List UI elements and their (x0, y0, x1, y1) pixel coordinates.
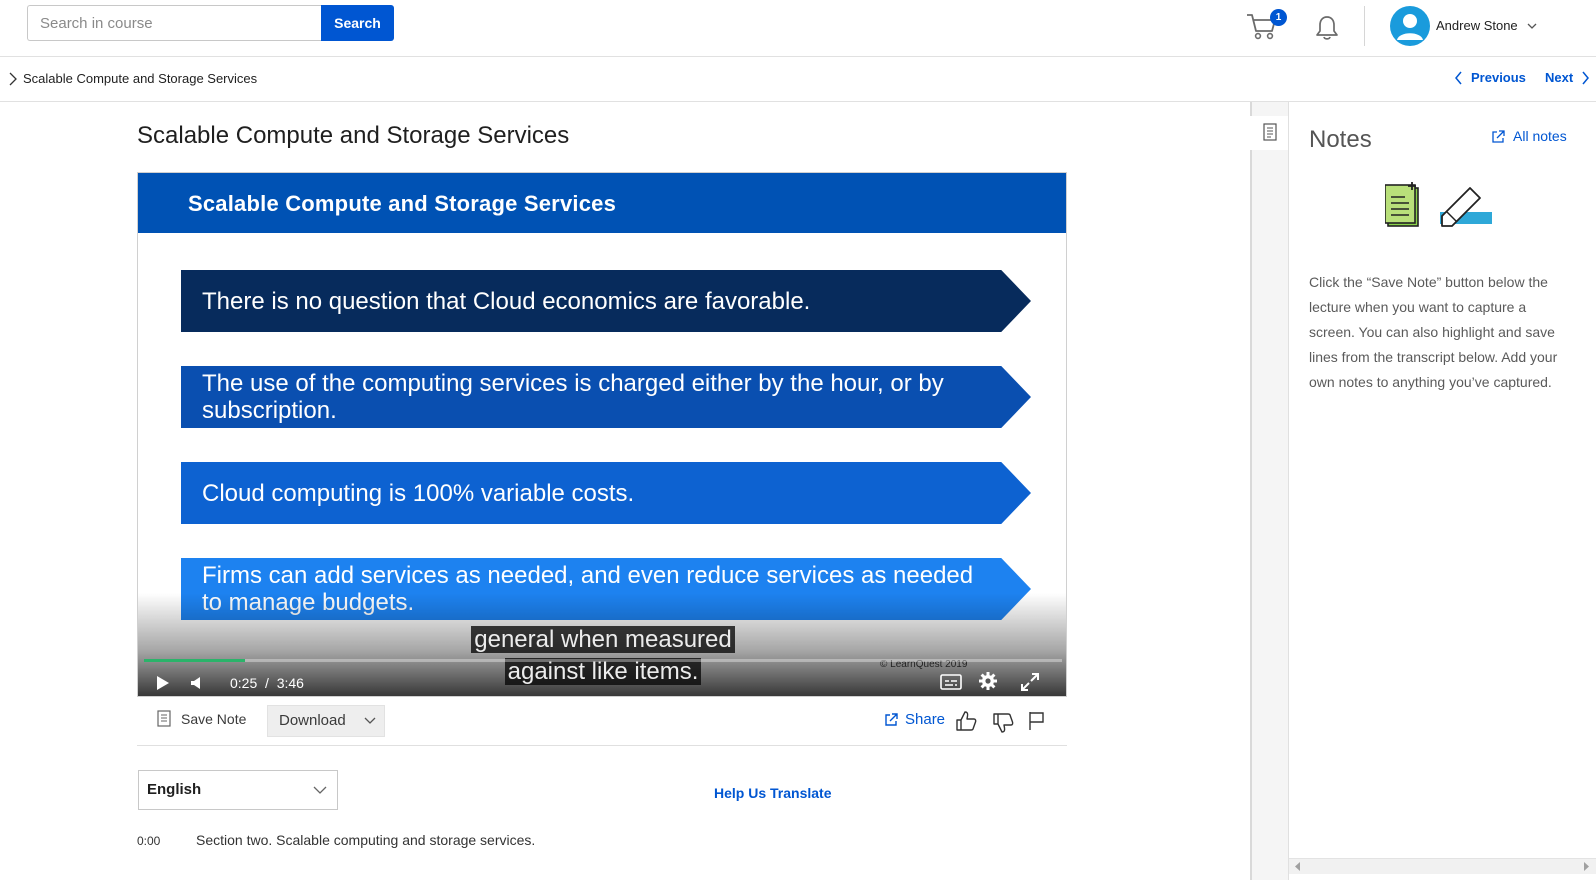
previous-label: Previous (1471, 70, 1526, 85)
save-note-button[interactable]: Save Note (157, 710, 246, 727)
all-notes-link[interactable]: All notes (1491, 128, 1567, 144)
chevron-right-icon (1582, 71, 1590, 84)
lecture-toolbar: Save Note Download Share (137, 700, 1067, 746)
language-value: English (147, 781, 202, 798)
chevron-left-icon (1455, 71, 1462, 84)
slide-bullet-text: The use of the computing services is cha… (202, 370, 944, 424)
side-panel-rail (1250, 102, 1289, 880)
share-label: Share (905, 711, 946, 728)
video-progress-fill (144, 659, 245, 662)
scroll-right-arrow-icon[interactable] (1582, 862, 1590, 871)
thumbs-down-icon[interactable] (992, 712, 1014, 734)
notification-bell-icon[interactable] (1314, 14, 1340, 42)
horizontal-scrollbar[interactable] (1289, 858, 1596, 874)
breadcrumb-bar: Scalable Compute and Storage Services Pr… (0, 57, 1596, 102)
note-icon (157, 710, 171, 727)
search-button[interactable]: Search (321, 5, 394, 41)
play-icon[interactable] (156, 675, 170, 691)
page-title: Scalable Compute and Storage Services (137, 122, 570, 149)
chevron-right-icon[interactable] (8, 72, 18, 86)
closed-captions-icon[interactable] (940, 673, 962, 691)
notes-description: Click the “Save Note” button below the l… (1309, 274, 1558, 390)
share-button[interactable]: Share (884, 711, 945, 728)
chevron-down-icon (364, 717, 376, 724)
thumbs-up-icon[interactable] (955, 710, 977, 732)
share-icon (885, 713, 898, 726)
notes-illustration-icon (1385, 182, 1492, 227)
slide-title: Scalable Compute and Storage Services (188, 191, 616, 216)
slide-bullet: The use of the computing services is cha… (181, 366, 1031, 428)
transcript-timestamp[interactable]: 0:00 (137, 834, 160, 848)
user-name[interactable]: Andrew Stone (1436, 18, 1518, 33)
next-button[interactable]: Next (1545, 70, 1590, 85)
save-note-label: Save Note (181, 710, 247, 727)
previous-button[interactable]: Previous (1454, 70, 1526, 85)
help-translate-link[interactable]: Help Us Translate (714, 785, 832, 801)
notes-title: Notes (1309, 126, 1372, 153)
caption-text: general when measured (471, 626, 735, 653)
slide-bullet-text: There is no question that Cloud economic… (202, 287, 811, 315)
document-icon[interactable] (1263, 123, 1277, 141)
video-player[interactable]: Scalable Compute and Storage Services Th… (137, 172, 1067, 697)
download-dropdown[interactable]: Download (267, 705, 385, 737)
slide-bullet: There is no question that Cloud economic… (181, 270, 1031, 332)
video-time: 0:25 / 3:46 (230, 675, 304, 691)
all-notes-label: All notes (1513, 128, 1567, 144)
video-progress-bar[interactable] (144, 659, 1062, 662)
caption-line: general when measured (138, 624, 1066, 655)
caption-text: against like items. (504, 658, 702, 685)
top-header: Search 1 Andrew Stone (0, 0, 1596, 57)
fullscreen-icon[interactable] (1020, 672, 1040, 692)
breadcrumb[interactable]: Scalable Compute and Storage Services (23, 71, 257, 86)
gear-icon[interactable] (978, 671, 998, 691)
next-label: Next (1545, 70, 1574, 85)
volume-icon[interactable] (190, 676, 204, 690)
slide-bullet: Cloud computing is 100% variable costs. (181, 462, 1031, 524)
chevron-down-icon[interactable] (1526, 20, 1538, 32)
user-silhouette-icon (1397, 14, 1423, 40)
cart-count-badge: 1 (1270, 9, 1287, 26)
header-divider (1364, 6, 1365, 46)
slide-bullet-text: Cloud computing is 100% variable costs. (202, 479, 635, 507)
transcript-line[interactable]: Section two. Scalable computing and stor… (196, 832, 535, 848)
search-input[interactable] (27, 5, 322, 41)
slide-header: Scalable Compute and Storage Services (138, 173, 1066, 233)
scroll-left-arrow-icon[interactable] (1294, 862, 1302, 871)
flag-icon[interactable] (1028, 711, 1046, 731)
download-label: Download (279, 712, 346, 729)
external-link-icon (1492, 129, 1505, 143)
user-avatar[interactable] (1390, 6, 1430, 46)
language-select[interactable]: English (138, 770, 338, 810)
chevron-down-icon (313, 786, 327, 794)
